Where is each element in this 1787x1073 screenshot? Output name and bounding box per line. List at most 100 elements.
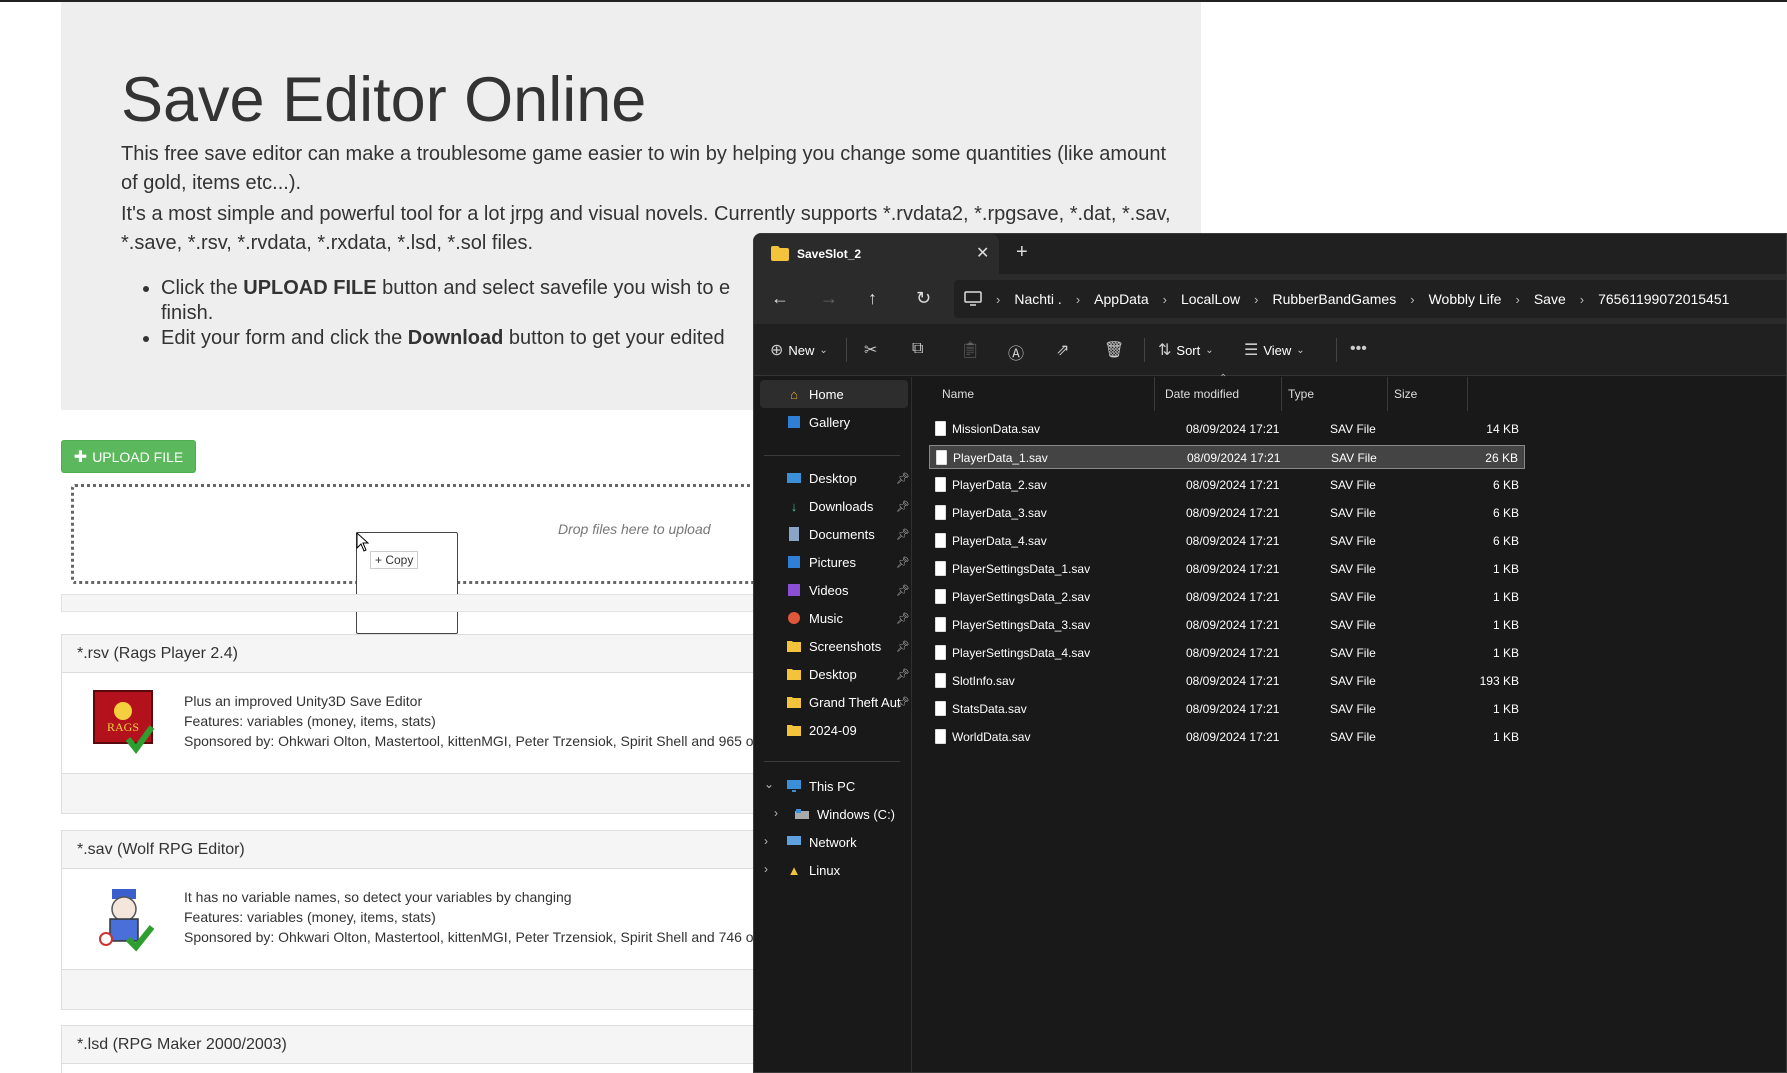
file-row[interactable]: WorldData.sav 08/09/2024 17:21 SAV File 1 K… bbox=[929, 725, 1525, 749]
file-type: SAV File bbox=[1331, 451, 1377, 465]
pin-icon[interactable]: 📌︎ bbox=[896, 640, 910, 653]
sidebar-item-gallery[interactable]: Gallery bbox=[786, 408, 850, 436]
pin-icon[interactable]: 📌︎ bbox=[896, 472, 910, 485]
column-header-date[interactable]: Date modified bbox=[1155, 377, 1282, 411]
file-date: 08/09/2024 17:21 bbox=[1187, 451, 1281, 465]
tab-saveslot[interactable]: SaveSlot_2 ✕ bbox=[754, 234, 999, 274]
breadcrumb-nachti[interactable]: Nachti . bbox=[1014, 291, 1061, 307]
forward-arrow-icon[interactable]: → bbox=[820, 288, 838, 309]
pin-icon[interactable]: 📌︎ bbox=[896, 556, 910, 569]
sidebar-item-2024-09[interactable]: 2024-09 bbox=[786, 716, 857, 744]
address-bar-row: ← → ↑ ↻ › Nachti . › AppData › LocalLow … bbox=[754, 274, 1786, 324]
sidebar-item-music[interactable]: Music bbox=[786, 604, 843, 632]
column-header-type[interactable]: Type bbox=[1282, 377, 1388, 411]
sidebar-label: 2024-09 bbox=[809, 722, 857, 738]
sidebar-item-gta[interactable]: Grand Theft Aut bbox=[786, 688, 901, 716]
file-type: SAV File bbox=[1330, 702, 1376, 716]
sidebar-item-home[interactable]: ⌂ Home bbox=[760, 380, 908, 408]
chevron-right-icon[interactable]: › bbox=[764, 834, 768, 848]
up-arrow-icon[interactable]: ↑ bbox=[868, 288, 877, 309]
chevron-right-icon[interactable]: › bbox=[774, 806, 778, 820]
pin-icon[interactable]: 📌︎ bbox=[896, 500, 910, 513]
file-row[interactable]: PlayerSettingsData_4.sav 08/09/2024 17:21… bbox=[929, 641, 1525, 665]
close-tab-icon[interactable]: ✕ bbox=[976, 243, 989, 263]
breadcrumb-appdata[interactable]: AppData bbox=[1094, 291, 1148, 307]
sidebar-label: Videos bbox=[809, 582, 849, 598]
column-header-name[interactable]: Name bbox=[929, 377, 1155, 411]
breadcrumb-wobblylife[interactable]: Wobbly Life bbox=[1429, 291, 1502, 307]
file-size: 1 KB bbox=[1492, 590, 1519, 604]
file-row[interactable]: PlayerSettingsData_2.sav 08/09/2024 17:21… bbox=[929, 585, 1525, 609]
pin-icon[interactable]: 📌︎ bbox=[896, 696, 910, 709]
new-tab-icon[interactable]: + bbox=[1016, 241, 1028, 264]
file-icon bbox=[935, 421, 946, 436]
sort-button[interactable]: ⇅ Sort ⌄ bbox=[1158, 340, 1214, 360]
breadcrumb-chevron-icon: › bbox=[996, 291, 1001, 307]
rename-button[interactable]: Ⓐ bbox=[1008, 340, 1024, 364]
breadcrumb-locallow[interactable]: LocalLow bbox=[1181, 291, 1240, 307]
breadcrumb[interactable]: › Nachti . › AppData › LocalLow › Rubber… bbox=[954, 280, 1786, 318]
delete-button[interactable]: 🗑︎ bbox=[1104, 340, 1124, 360]
sidebar-item-this-pc[interactable]: This PC bbox=[786, 772, 855, 800]
sidebar-item-linux[interactable]: ▲ Linux bbox=[786, 856, 841, 884]
file-row[interactable]: PlayerData_3.sav 08/09/2024 17:21 SAV File… bbox=[929, 501, 1525, 525]
back-arrow-icon[interactable]: ← bbox=[771, 288, 789, 309]
sidebar-item-documents[interactable]: Documents bbox=[786, 520, 875, 548]
column-header-size[interactable]: Size bbox=[1388, 377, 1468, 411]
file-row[interactable]: StatsData.sav 08/09/2024 17:21 SAV File 1 K… bbox=[929, 697, 1525, 721]
upload-file-button[interactable]: ✚ UPLOAD FILE bbox=[61, 440, 196, 473]
pin-icon[interactable]: 📌︎ bbox=[896, 612, 910, 625]
paste-button[interactable]: 📋︎ bbox=[960, 340, 980, 360]
sidebar-item-windows-c[interactable]: Windows (C:) bbox=[794, 800, 895, 828]
breadcrumb-save[interactable]: Save bbox=[1534, 291, 1566, 307]
sidebar-item-screenshots[interactable]: Screenshots bbox=[786, 632, 881, 660]
panel-header: *.sav (Wolf RPG Editor) bbox=[62, 831, 780, 869]
file-row[interactable]: MissionData.sav 08/09/2024 17:21 SAV File 1… bbox=[929, 417, 1525, 441]
page-title: Save Editor Online bbox=[121, 65, 647, 135]
file-row[interactable]: PlayerData_4.sav 08/09/2024 17:21 SAV File… bbox=[929, 529, 1525, 553]
drive-icon bbox=[794, 806, 810, 822]
tab-title: SaveSlot_2 bbox=[797, 247, 862, 261]
sidebar-item-pictures[interactable]: Pictures bbox=[786, 548, 856, 576]
share-button[interactable]: ⇗ bbox=[1056, 340, 1069, 360]
file-row[interactable]: PlayerSettingsData_3.sav 08/09/2024 17:21… bbox=[929, 613, 1525, 637]
file-date: 08/09/2024 17:21 bbox=[1186, 534, 1280, 548]
panel-line-1: It has no variable names, so detect your… bbox=[184, 889, 572, 905]
copy-button[interactable]: ⧉ bbox=[912, 340, 923, 358]
pin-icon[interactable]: 📌︎ bbox=[896, 584, 910, 597]
sidebar-item-desktop-folder[interactable]: Desktop bbox=[786, 660, 857, 688]
file-row[interactable]: PlayerData_2.sav 08/09/2024 17:21 SAV File… bbox=[929, 473, 1525, 497]
refresh-icon[interactable]: ↻ bbox=[916, 288, 931, 309]
file-date: 08/09/2024 17:21 bbox=[1186, 730, 1280, 744]
file-name: PlayerSettingsData_1.sav bbox=[952, 562, 1091, 576]
cut-button[interactable]: ✂ bbox=[864, 340, 877, 360]
sidebar-item-downloads[interactable]: ↓ Downloads bbox=[786, 492, 874, 520]
file-icon bbox=[935, 701, 946, 716]
sidebar-label: Network bbox=[809, 834, 857, 850]
navigation-pane: ⌂ Home Gallery Desktop 📌︎ ↓ Downloads 📌︎ D… bbox=[754, 377, 912, 1072]
file-type: SAV File bbox=[1330, 590, 1376, 604]
drop-hint: Drop files here to upload bbox=[558, 521, 711, 537]
folder-icon bbox=[786, 638, 802, 654]
file-size: 1 KB bbox=[1492, 646, 1519, 660]
file-date: 08/09/2024 17:21 bbox=[1186, 506, 1280, 520]
pin-icon[interactable]: 📌︎ bbox=[896, 668, 910, 681]
more-options-button[interactable]: ••• bbox=[1350, 340, 1367, 358]
network-icon bbox=[786, 834, 802, 850]
file-row[interactable]: SlotInfo.sav 08/09/2024 17:21 SAV File 193 … bbox=[929, 669, 1525, 693]
sidebar-item-desktop[interactable]: Desktop bbox=[786, 464, 857, 492]
breadcrumb-slot-id[interactable]: 76561199072015451 bbox=[1598, 291, 1729, 307]
breadcrumb-rubberbandgames[interactable]: RubberBandGames bbox=[1272, 291, 1396, 307]
new-button[interactable]: ⊕ New ⌄ bbox=[770, 340, 828, 360]
view-button[interactable]: ☰ View ⌄ bbox=[1244, 340, 1305, 360]
file-row[interactable]: PlayerData_1.sav 08/09/2024 17:21 SAV File… bbox=[929, 445, 1525, 469]
sidebar-item-videos[interactable]: Videos bbox=[786, 576, 849, 604]
chevron-right-icon[interactable]: › bbox=[764, 862, 768, 876]
file-row[interactable]: PlayerSettingsData_1.sav 08/09/2024 17:21… bbox=[929, 557, 1525, 581]
sidebar-item-network[interactable]: Network bbox=[786, 828, 857, 856]
file-size: 1 KB bbox=[1492, 618, 1519, 632]
file-date: 08/09/2024 17:21 bbox=[1186, 478, 1280, 492]
chevron-down-icon[interactable]: ⌄ bbox=[764, 777, 774, 791]
pin-icon[interactable]: 📌︎ bbox=[896, 528, 910, 541]
plus-icon: ✚ bbox=[73, 448, 88, 466]
